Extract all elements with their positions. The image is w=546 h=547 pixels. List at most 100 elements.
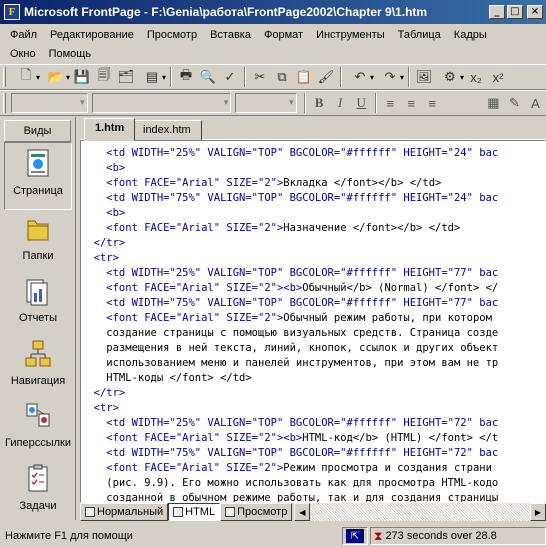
superscript-icon[interactable]: x² — [487, 66, 509, 88]
view-page[interactable]: Страница — [0, 142, 76, 210]
tab-normal-label: Нормальный — [97, 506, 164, 518]
frontpage-logo-icon: F — [4, 4, 20, 20]
code-line: <td WIDTH="25%" VALIGN="TOP" BGCOLOR="#f… — [81, 266, 498, 281]
view-navigation[interactable]: Навигация — [0, 338, 76, 387]
borders-icon[interactable]: ▦ — [483, 92, 504, 114]
code-tag: <tr> — [81, 252, 119, 264]
code-line: <font FACE="Arial" SIZE="2">Обычный режи… — [81, 311, 492, 326]
code-tag: <tr> — [81, 402, 119, 414]
view-label: Отчеты — [18, 312, 58, 324]
menu-format[interactable]: Формат — [264, 26, 303, 45]
font-size-select[interactable] — [235, 93, 297, 113]
code-text: HTML-коды </font> </td> — [81, 372, 252, 384]
align-right-icon[interactable]: ≡ — [422, 92, 443, 114]
html-code-editor[interactable]: <td WIDTH="25%" VALIGN="TOP" BGCOLOR="#f… — [80, 140, 546, 503]
print-icon[interactable]: 🖶 — [175, 66, 197, 88]
maximize-button[interactable]: □ — [507, 5, 523, 19]
minimize-button[interactable]: _ — [489, 5, 505, 19]
tab-html[interactable]: HTML — [168, 503, 221, 521]
menu-tools[interactable]: Инструменты — [316, 26, 385, 45]
style-select[interactable] — [10, 93, 88, 113]
insert-picture-icon[interactable]: 🖼 — [413, 66, 435, 88]
font-color-icon[interactable]: A — [525, 92, 546, 114]
italic-icon[interactable]: I — [330, 92, 351, 114]
web-component-icon[interactable]: ⚙ — [435, 66, 465, 88]
scroll-track[interactable] — [310, 503, 530, 521]
paste-icon[interactable]: 📋 — [293, 66, 315, 88]
new-page-icon[interactable]: 🗋 — [11, 66, 41, 88]
scroll-left-icon[interactable]: ◀ — [294, 503, 311, 521]
underline-icon[interactable]: U — [351, 92, 372, 114]
code-tag: <font FACE="Arial" SIZE="2"><b> — [81, 432, 303, 444]
toggle-pane-icon[interactable]: ▤ — [137, 66, 167, 88]
scroll-right-icon[interactable]: ▶ — [530, 503, 546, 521]
formatting-toolbar: B I U ≡ ≡ ≡ ▦ ✎ A — [0, 90, 546, 116]
toolbar-grip[interactable] — [3, 67, 6, 87]
menu-frames[interactable]: Кадры — [454, 26, 487, 45]
menu-window[interactable]: Окно — [10, 45, 36, 64]
code-line: <font FACE="Arial" SIZE="2"><b>Обычный</… — [81, 281, 498, 296]
code-line: <tr> — [81, 401, 119, 416]
spelling-icon[interactable]: ✓ — [219, 66, 241, 88]
download-time-text: 273 seconds over 28.8 — [385, 530, 497, 542]
view-tasks[interactable]: Задачи — [0, 463, 76, 512]
view-label: Навигация — [10, 375, 66, 387]
status-bar: Нажмите F1 для помощи ⇱ ⧗ 273 seconds ov… — [0, 525, 546, 547]
menu-insert[interactable]: Вставка — [210, 26, 251, 45]
bold-icon[interactable]: B — [309, 92, 330, 114]
code-line: созданной в обычном режиме работы, так и… — [81, 491, 498, 502]
copy-icon[interactable]: ⧉ — [271, 66, 293, 88]
tab-preview-label: Просмотр — [237, 506, 288, 518]
horizontal-scrollbar[interactable]: ◀ ▶ — [294, 503, 546, 521]
code-line: размещения в ней текста, линий, кнопок, … — [81, 341, 498, 356]
tab-index-htm[interactable]: index.htm — [132, 120, 202, 141]
font-select[interactable] — [91, 93, 232, 113]
view-hyperlinks[interactable]: Гиперссылки — [0, 400, 76, 449]
document-tabs: 1.htm index.htm — [80, 118, 546, 141]
code-line: <font FACE="Arial" SIZE="2"><b>HTML-код<… — [81, 431, 498, 446]
code-line: HTML-коды </font> </td> — [81, 371, 252, 386]
preview-in-browser-icon[interactable]: 🔍 — [197, 66, 219, 88]
hourglass-icon: ⧗ — [374, 528, 383, 543]
code-text: Режим просмотра и создания страни — [283, 462, 492, 474]
normal-view-icon — [85, 507, 95, 517]
preview-view-icon — [225, 507, 236, 517]
toolbar-grip[interactable] — [3, 93, 6, 113]
publish-web-icon[interactable]: 🗐 — [93, 66, 115, 88]
folder-list-icon[interactable]: 🗂 — [115, 66, 137, 88]
menu-edit[interactable]: Редактирование — [50, 26, 134, 45]
save-icon[interactable]: 💾 — [71, 66, 93, 88]
code-text: Назначение </font></b> </td> — [283, 222, 461, 234]
open-folder-icon[interactable]: 📂 — [41, 66, 71, 88]
highlight-icon[interactable]: ✎ — [504, 92, 525, 114]
code-tag: <td WIDTH="75%" VALIGN="TOP" BGCOLOR="#f… — [81, 447, 499, 459]
menu-table[interactable]: Таблица — [398, 26, 441, 45]
format-painter-icon[interactable]: 🖌 — [315, 66, 337, 88]
undo-icon[interactable]: ↶ — [345, 66, 375, 88]
cut-icon[interactable]: ✂ — [249, 66, 271, 88]
redo-icon[interactable]: ↷ — [375, 66, 405, 88]
view-folders[interactable]: Папки — [0, 213, 76, 262]
connection-icon: ⇱ — [346, 529, 364, 543]
toolbar-separator — [374, 93, 377, 113]
tab-normal[interactable]: Нормальный — [80, 503, 169, 521]
code-tag: </tr> — [81, 237, 126, 249]
view-reports[interactable]: Отчеты — [0, 275, 76, 324]
code-tag: <td WIDTH="25%" VALIGN="TOP" BGCOLOR="#f… — [81, 147, 499, 159]
code-tag: <font FACE="Arial" SIZE="2"> — [81, 177, 284, 189]
close-button[interactable]: × — [527, 5, 543, 19]
align-left-icon[interactable]: ≡ — [380, 92, 401, 114]
align-center-icon[interactable]: ≡ — [401, 92, 422, 114]
tab-html-label: HTML — [185, 506, 216, 518]
hyperlinks-view-icon — [26, 403, 50, 427]
menu-help[interactable]: Помощь — [49, 45, 92, 64]
code-tag: <b> — [81, 207, 126, 219]
menu-bar: Файл Редактирование Просмотр Вставка Формат И… — [0, 24, 546, 64]
window-title: Microsoft FrontPage - F:\Genia\работа\Fr… — [24, 5, 428, 19]
subscript-icon[interactable]: x₂ — [465, 66, 487, 88]
menu-file[interactable]: Файл — [10, 26, 37, 45]
menu-view[interactable]: Просмотр — [147, 26, 197, 45]
tab-preview[interactable]: Просмотр — [220, 503, 293, 521]
code-line: использованием меню и панелей инструмент… — [81, 356, 498, 371]
tab-1-htm[interactable]: 1.htm — [84, 118, 136, 141]
